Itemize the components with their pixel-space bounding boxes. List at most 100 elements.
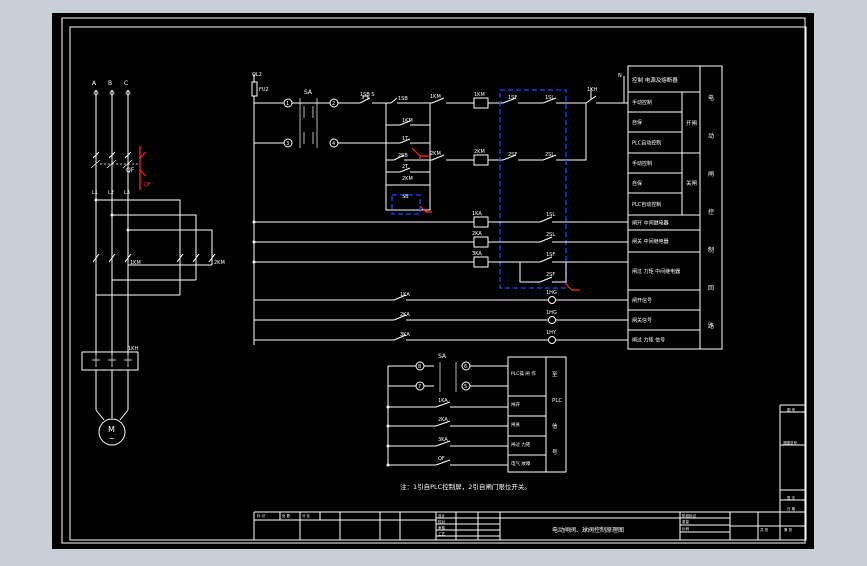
margin-sign: 签 字 [787, 495, 796, 500]
margin-date: 日 期 [787, 506, 796, 511]
tb-process: 工艺 [438, 531, 446, 536]
table-row-label-6: 闸开 中间继电器 [632, 220, 669, 227]
relay-contact-label-2: 1SF [546, 252, 555, 258]
tb-scale: 比例 [682, 526, 690, 531]
node-1-label: 1 [286, 101, 289, 107]
fuse-label: FU2 [259, 87, 269, 93]
tb-stage: 阶段标记 [682, 513, 696, 518]
table-row-label-0: 手动控制 [632, 99, 652, 106]
relay-row-junction-0 [252, 220, 256, 224]
table-row-label-10: 闸关信号 [632, 317, 652, 324]
relay-coil-label-1: 2KA [472, 231, 482, 237]
l3-label: L3 [124, 190, 130, 196]
plc-side-char-1: PLC [552, 398, 562, 404]
lamp-contact-label-2: 3KA [400, 332, 410, 338]
margin-drawing-no: 图 号 [787, 407, 796, 412]
table-row-label-3: 手动控制 [632, 160, 652, 167]
plc-label-1: 闸开 [511, 401, 520, 408]
table-side-char-6: 路 [708, 322, 714, 330]
relay-contact-label-0: 1SL [546, 212, 555, 218]
plc-junction-3 [386, 463, 390, 467]
phase-label-b: B [108, 80, 112, 87]
sb2-label: 2SB [398, 153, 408, 159]
table-header: 控制 电源及熔断器 [632, 76, 678, 84]
phase-label-c: C [124, 80, 128, 87]
row1-km-label: 1KM [430, 94, 441, 100]
n-label: N [618, 73, 622, 79]
motor-label: M [108, 425, 115, 434]
tb-review: 审核 [438, 525, 446, 530]
plc-label-3: 闸过 力矩 [511, 441, 531, 448]
plc-side-char-0: 至 [552, 371, 558, 378]
tb-weight: 重量 [682, 519, 690, 524]
schematic-svg: A B C QF QF L1 L2 L3 1KM 2KM 1KH M ~ QL2… [52, 13, 814, 549]
table-row-label-9: 闸开信号 [632, 297, 652, 304]
plc-sa-label: SA [438, 353, 447, 360]
relay-coil-label-2: 3KA [472, 251, 482, 257]
table-side-char-2: 闸 [708, 170, 714, 178]
table-row-label-8: 闸过 力矩 中间继电器 [632, 268, 680, 275]
tb-check: 校对 [438, 519, 446, 524]
sa-label: SA [304, 89, 313, 96]
row2-km-label: 2KM [430, 151, 441, 157]
plc-junction-2 [386, 444, 390, 448]
note-text: 注：1引自PLC控制屏，2引自闸门限位开关。 [400, 482, 531, 491]
node-2-label: 2 [332, 101, 335, 107]
kh-label: 1KH [128, 346, 138, 352]
table-row-label-5: PLC自动控制 [632, 201, 661, 208]
fuse-top-label: QL2 [252, 72, 262, 78]
row1-kh-label: 1KH [587, 87, 597, 93]
relay-row-junction-2 [252, 260, 256, 264]
relay-contact-label-1: 2SL [546, 232, 555, 238]
plc-junction-0 [386, 405, 390, 409]
tb-design: 设计 [438, 513, 446, 518]
plc-label-4: 电气 故障 [511, 460, 531, 467]
plc-side-char-3: 号 [552, 449, 558, 456]
plc-contact-label-2: 3KA [438, 437, 448, 443]
plc-node-8-label: 8 [418, 364, 421, 370]
node-4-label: 4 [332, 141, 335, 147]
plc-label-2: 闸关 [511, 421, 520, 428]
sbs-label: 1SB S [360, 92, 375, 98]
plc-junction-1 [386, 424, 390, 428]
row2-hold-label: 2KM [402, 176, 413, 182]
margin-base-no: 底图总号 [783, 440, 797, 445]
lamp-label-0: 1HG [546, 290, 557, 296]
lamp-contact-label-1: 2KA [400, 312, 410, 318]
plc-contact-label-0: 1KA [438, 398, 448, 404]
l1-label: L1 [92, 190, 98, 196]
tb-mark: 标 记 [257, 513, 266, 518]
drawing-title: 电动闸阀、球阀控制原理图 [552, 526, 624, 534]
plc-node-5-label: 5 [464, 384, 467, 390]
sb1-label: 1SB [398, 96, 408, 102]
table-side-char-4: 制 [708, 246, 714, 254]
plc-contact-label-1: 2KA [438, 417, 448, 423]
tb-zone: 分 区 [302, 513, 311, 518]
table-row-label-2: PLC自动控制 [632, 140, 661, 147]
tb-sheets: 共 张 [760, 527, 769, 532]
table-side-char-1: 动 [708, 133, 714, 140]
motor-sublabel: ~ [109, 435, 115, 443]
lamp-label-1: 1HG [546, 310, 557, 316]
lamp-contact-label-0: 1KA [400, 292, 410, 298]
group-close: 关闸 [686, 179, 697, 187]
table-row-label-4: 自保 [632, 180, 642, 187]
tb-count: 处 数 [282, 513, 291, 518]
node-3-label: 3 [286, 141, 289, 147]
plc-label-0: PLC操 闸 作 [511, 370, 536, 377]
group-open: 开闸 [686, 119, 697, 127]
km2-label: 2KM [214, 260, 225, 266]
sf2-label: 2SF [546, 272, 555, 278]
tb-sheet-no: 第 张 [784, 527, 793, 532]
plc-node-7-label: 7 [418, 384, 421, 390]
plc-side-char-2: 信 [552, 422, 558, 430]
plc-node-6-label: 6 [464, 364, 467, 370]
relay-row-junction-1 [252, 240, 256, 244]
plc-contact-label-3: QF [438, 456, 445, 462]
row2-coil-label: 2KM [474, 149, 485, 155]
table-row-label-11: 闸过 力矩 信号 [632, 337, 665, 344]
table-side-char-0: 电 [708, 94, 714, 102]
table-row-label-1: 自保 [632, 119, 642, 126]
table-side-char-3: 控 [708, 208, 714, 216]
relay-coil-label-0: 1KA [472, 211, 482, 217]
